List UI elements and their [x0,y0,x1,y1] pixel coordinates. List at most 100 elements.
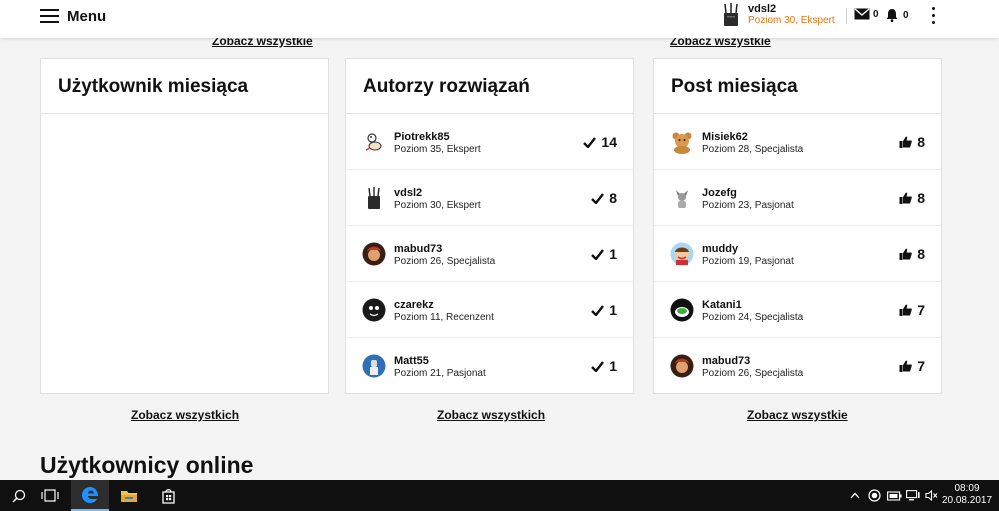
bell-icon [886,9,898,22]
messages-button[interactable]: 0 [854,8,879,20]
see-all-users-link[interactable]: Zobacz wszystkich [131,408,239,422]
card-title: Post miesiąca [654,59,941,114]
kudos-count-value: 8 [917,190,925,206]
author-name[interactable]: czarekz [394,299,434,311]
top-header: Menu vdsl2 Poziom 30, Ekspert 0 0 [0,0,999,38]
post-author-name[interactable]: mabud73 [702,355,750,367]
clock-time: 08:09 [954,483,980,494]
solution-count-value: 1 [609,358,617,374]
volume-muted-icon [925,490,938,501]
post-of-month-card: Post miesiąca Misiek62 Poziom 28, Specja… [653,58,942,394]
network-icon [906,490,920,501]
author-name[interactable]: Piotrekk85 [394,131,450,143]
solution-count-value: 1 [609,302,617,318]
thumbs-up-icon [899,136,913,148]
post-author-name[interactable]: Katani1 [702,299,742,311]
post-author-name[interactable]: Jozefg [702,187,737,199]
author-level: Poziom 35, Ekspert [394,144,481,155]
kudos-count-value: 8 [917,134,925,150]
task-view-button[interactable] [31,480,69,511]
kebab-dot-icon [931,14,935,17]
router-icon [724,3,738,26]
post-author-level: Poziom 24, Specjalista [702,312,804,323]
post-author-level: Poziom 19, Pasjonat [702,256,794,267]
list-item[interactable]: vdsl2 Poziom 30, Ekspert 8 [346,170,633,226]
user-level: Poziom 30, Ekspert [748,15,835,26]
solution-count: 8 [591,190,617,206]
thumbs-up-icon [899,192,913,204]
menu-button[interactable]: Menu [40,6,106,26]
show-hidden-icons-button[interactable] [850,488,860,503]
kudos-count: 7 [899,358,925,374]
list-item[interactable]: Katani1 Poziom 24, Specjalista 7 [654,282,941,338]
list-item[interactable]: Matt55 Poziom 21, Pasjonat 1 [346,338,633,394]
chevron-up-icon [850,492,860,499]
author-name[interactable]: Matt55 [394,355,429,367]
post-author-level: Poziom 26, Specjalista [702,368,804,379]
kudos-count: 8 [899,190,925,206]
mail-count: 0 [873,8,879,20]
solution-count-value: 8 [609,190,617,206]
hamburger-icon [40,9,59,23]
more-options-button[interactable] [930,7,936,24]
header-divider [846,8,847,24]
file-explorer-button[interactable] [110,480,148,511]
volume-button[interactable] [925,488,938,503]
kudos-count: 7 [899,302,925,318]
green-cup-avatar-icon [670,298,694,322]
tray-app-button[interactable] [868,488,881,503]
checkmark-icon [591,360,605,372]
notifications-button[interactable]: 0 [885,8,909,22]
solution-count: 1 [591,358,617,374]
store-icon [161,489,175,504]
author-name[interactable]: mabud73 [394,243,442,255]
author-level: Poziom 26, Specjalista [394,256,496,267]
post-author-name[interactable]: muddy [702,243,738,255]
see-all-posts-link[interactable]: Zobacz wszystkie [747,408,848,422]
see-all-authors-link[interactable]: Zobacz wszystkich [437,408,545,422]
list-item[interactable]: Piotrekk85 Poziom 35, Ekspert 14 [346,114,633,170]
task-view-icon [41,489,59,502]
checkmark-icon [591,192,605,204]
list-item[interactable]: Jozefg Poziom 23, Pasjonat 8 [654,170,941,226]
card-title: Autorzy rozwiązań [346,59,633,114]
kudos-count: 8 [899,246,925,262]
current-user[interactable]: vdsl2 Poziom 30, Ekspert [720,3,835,27]
list-item[interactable]: czarekz Poziom 11, Recenzent 1 [346,282,633,338]
solution-count: 1 [591,302,617,318]
post-author-level: Poziom 28, Specjalista [702,144,804,155]
clock-date: 20.08.2017 [941,495,993,506]
card-title: Użytkownik miesiąca [41,59,328,114]
kudos-count: 8 [899,134,925,150]
thumbs-up-icon [899,304,913,316]
store-button[interactable] [149,480,187,511]
checkmark-icon [583,136,597,148]
network-button[interactable] [906,488,920,503]
list-item[interactable]: muddy Poziom 19, Pasjonat 8 [654,226,941,282]
solution-count-value: 1 [609,246,617,262]
list-item[interactable]: Misiek62 Poziom 28, Specjalista 8 [654,114,941,170]
post-author-level: Poziom 23, Pasjonat [702,200,794,211]
list-item[interactable]: mabud73 Poziom 26, Specjalista 1 [346,226,633,282]
teddy-avatar-icon [672,132,692,154]
system-clock[interactable]: 08:09 20.08.2017 [940,483,994,507]
edge-browser-button[interactable] [71,480,109,511]
author-name[interactable]: vdsl2 [394,187,422,199]
search-icon [12,489,26,503]
post-author-name[interactable]: Misiek62 [702,131,748,143]
edge-icon [82,486,98,503]
cartoon-face-avatar-icon [670,242,694,266]
checkmark-icon [591,304,605,316]
kudos-count-value: 7 [917,302,925,318]
user-of-month-card: Użytkownik miesiąca [40,58,329,394]
battery-button[interactable] [887,488,902,503]
record-circle-icon [868,489,881,502]
solution-count-value: 14 [601,134,617,150]
cartoon-avatar-icon [363,131,385,153]
online-users-heading: Użytkownicy online [40,452,254,478]
thumbs-up-icon [899,360,913,372]
author-level: Poziom 21, Pasjonat [394,368,486,379]
blue-figure-avatar-icon [362,354,386,378]
user-name: vdsl2 [748,3,777,15]
list-item[interactable]: mabud73 Poziom 26, Specjalista 7 [654,338,941,394]
